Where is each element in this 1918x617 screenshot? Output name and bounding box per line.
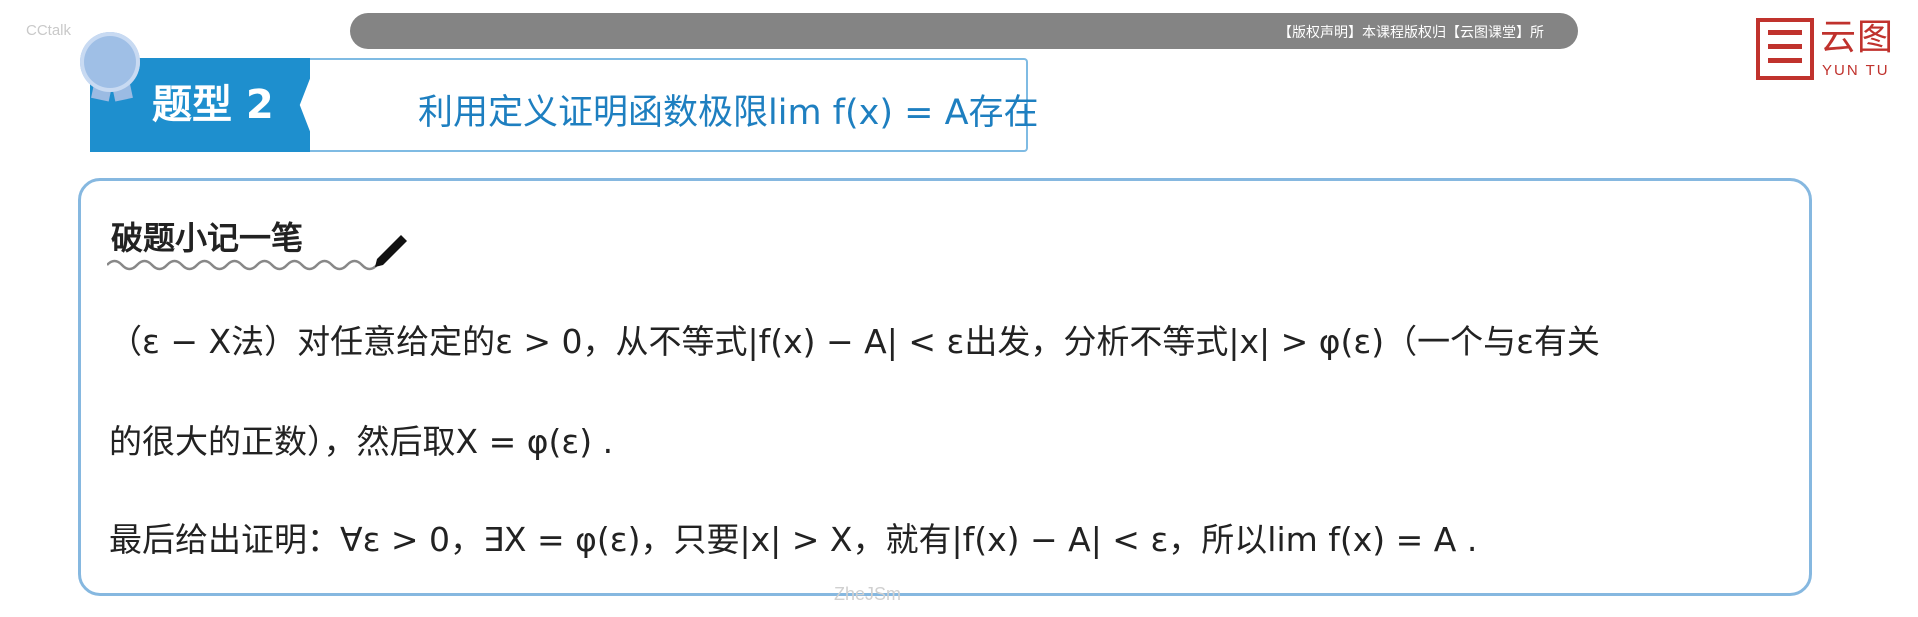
cctalk-watermark: CCtalk bbox=[26, 22, 72, 39]
question-type-title-text: 利用定义证明函数极限lim f(x) = A存在 bbox=[418, 93, 1039, 133]
yuntu-logo: 云图 YUN TU bbox=[1756, 16, 1896, 86]
wavy-underline-icon bbox=[107, 259, 377, 271]
copyright-notice-banner: 【版权声明】本课程版权归【云图课堂】所 bbox=[350, 13, 1578, 49]
tips-card: 破题小记一笔 （ε − X法）对任意给定的ε > 0，从不等式|f(x) − A… bbox=[78, 178, 1812, 596]
tips-line-1: （ε − X法）对任意给定的ε > 0，从不等式|f(x) − A| < ε出发… bbox=[109, 322, 1600, 361]
question-type-title: 题型 2 利用定义证明函数极限lim f(x) = A存在 bbox=[90, 58, 1039, 152]
pen-icon bbox=[375, 235, 407, 267]
tips-line-3: 最后给出证明：∀ε > 0，∃X = φ(ε)，只要|x| > X，就有|f(x… bbox=[109, 520, 1478, 559]
logo-cn-text: 云图 bbox=[1820, 17, 1895, 58]
question-type-title-box: 利用定义证明函数极限lim f(x) = A存在 bbox=[310, 58, 1039, 152]
logo-mark-icon bbox=[1756, 18, 1814, 80]
logo-en-text: YUN TU bbox=[1822, 62, 1890, 79]
copyright-notice-text: 【版权声明】本课程版权归【云图课堂】所 bbox=[1278, 25, 1544, 41]
bottom-watermark: ZheJSm bbox=[834, 584, 902, 604]
award-ribbon-icon bbox=[76, 32, 146, 102]
tips-line-2: 的很大的正数），然后取X = φ(ε) . bbox=[109, 422, 614, 461]
tips-heading: 破题小记一笔 bbox=[111, 219, 304, 257]
